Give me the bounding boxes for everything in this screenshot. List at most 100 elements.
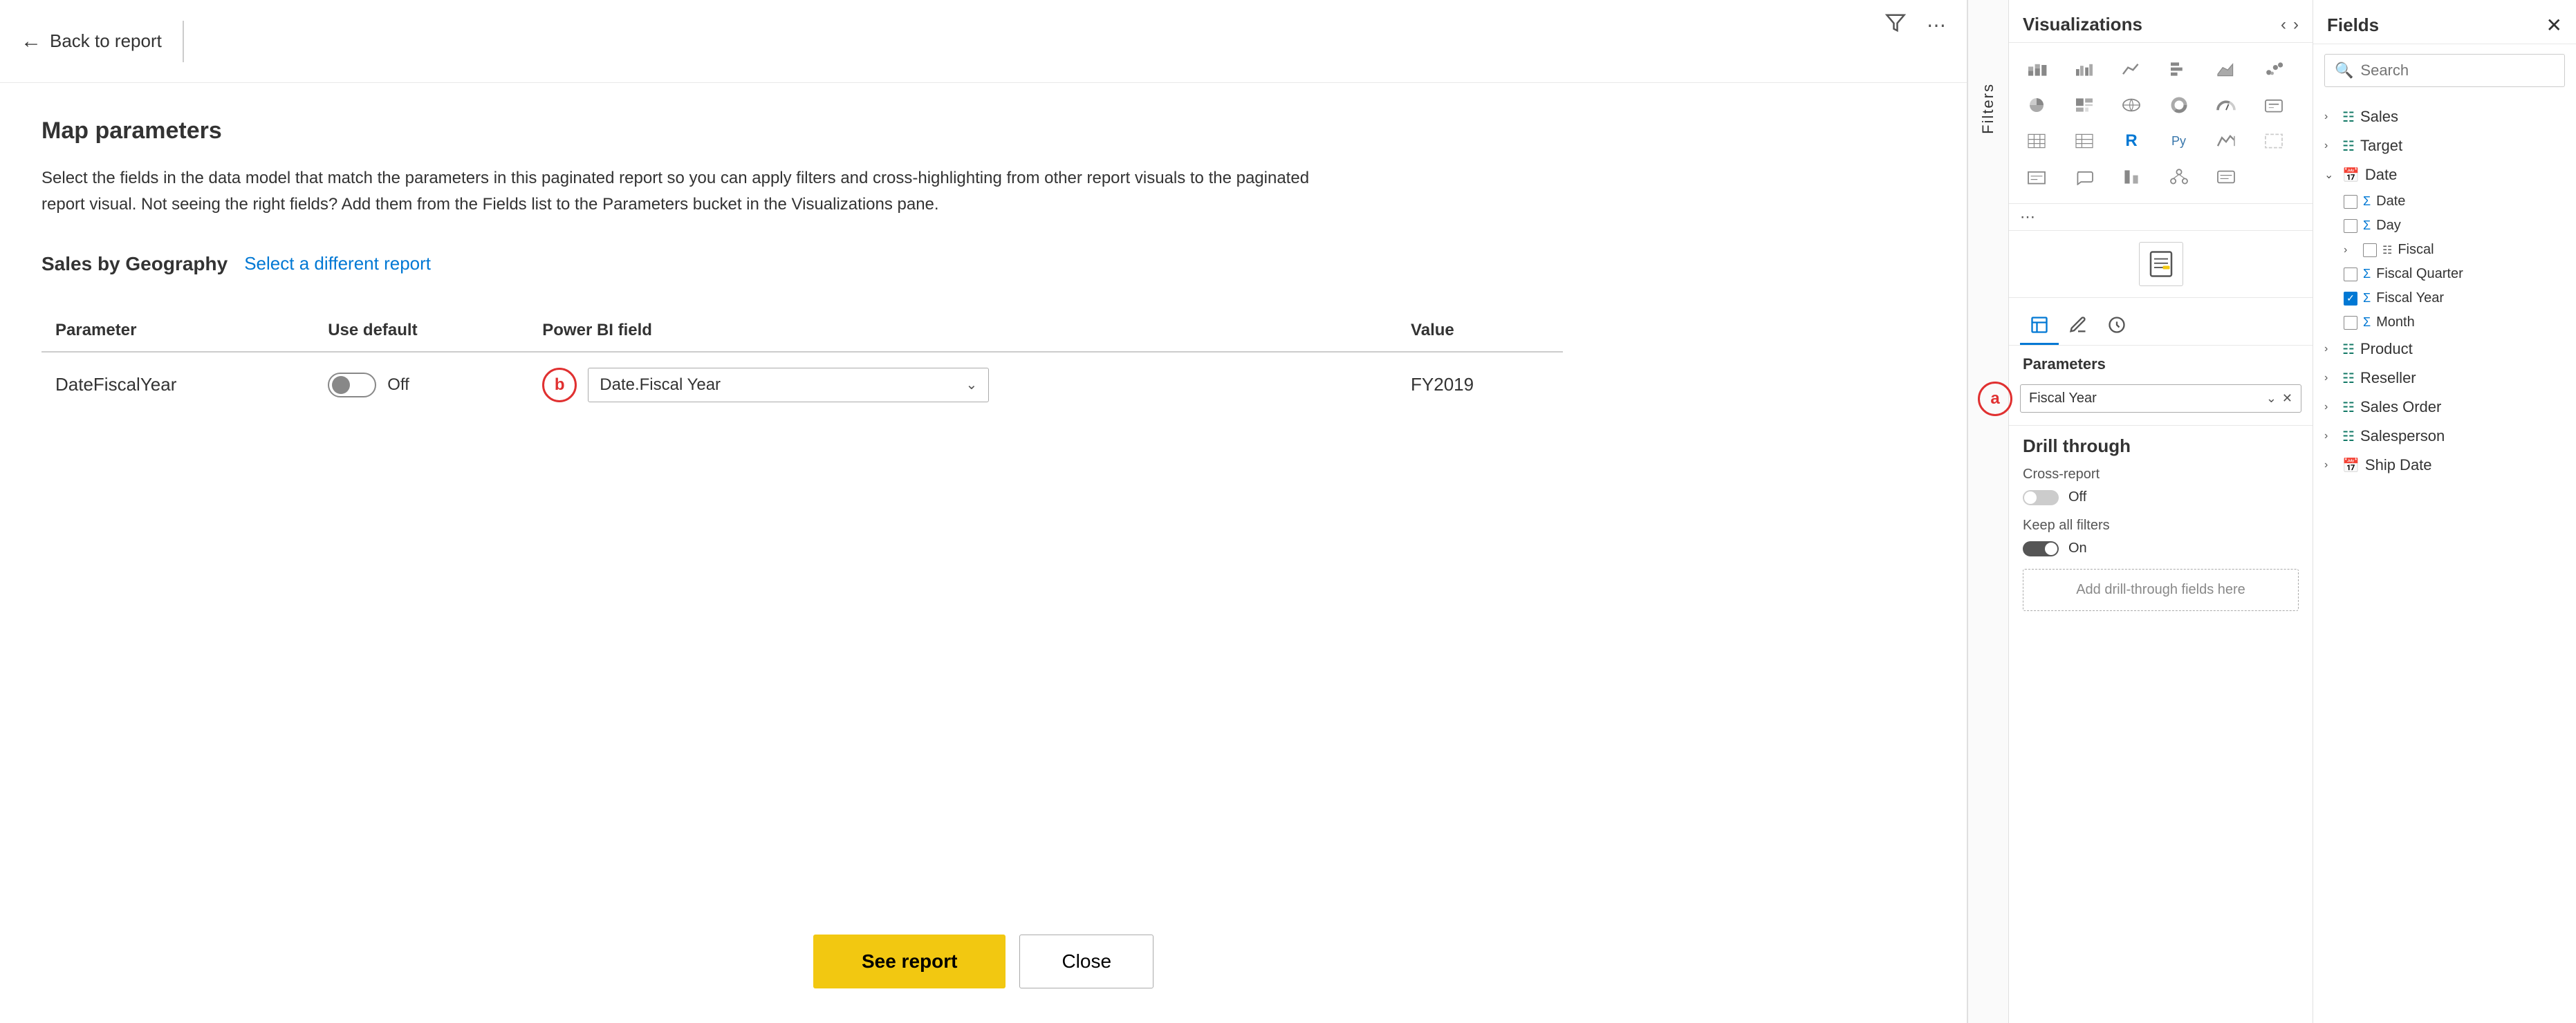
fiscal-quarter-checkbox[interactable] — [2344, 268, 2357, 281]
salesperson-chevron-icon: › — [2324, 430, 2337, 442]
viz-nav-next[interactable]: › — [2293, 15, 2299, 35]
topbar-divider — [183, 21, 184, 62]
drill-through-drop-zone: Add drill-through fields here — [2023, 569, 2299, 611]
select-different-report-link[interactable]: Select a different report — [244, 253, 431, 274]
field-item-fiscal-year[interactable]: ✓ Σ Fiscal Year — [2313, 286, 2576, 310]
field-item-date[interactable]: Σ Date — [2313, 189, 2576, 214]
product-chevron-icon: › — [2324, 343, 2337, 355]
sales-order-chevron-icon: › — [2324, 401, 2337, 413]
viz-icon-text-box[interactable] — [2020, 160, 2053, 194]
date-table-icon: 📅 — [2342, 167, 2360, 184]
fiscal-checkbox[interactable] — [2363, 243, 2377, 257]
page-title: Map parameters — [41, 118, 1925, 144]
field-item-month[interactable]: Σ Month — [2313, 310, 2576, 335]
fiscal-year-checkbox[interactable]: ✓ — [2344, 292, 2357, 306]
field-group-header-salesperson[interactable]: › ☷ Salesperson — [2313, 422, 2576, 451]
field-item-fiscal[interactable]: › ☷ Fiscal — [2313, 238, 2576, 262]
sales-chevron-icon: › — [2324, 111, 2337, 123]
top-bar: ← Back to report ⋯ — [0, 0, 1967, 83]
viz-more-dots[interactable]: ⋯ — [2009, 204, 2313, 231]
field-item-fiscal-year-label: Fiscal Year — [2376, 290, 2444, 306]
date-group-name: Date — [2365, 166, 2397, 184]
params-field-remove[interactable]: ✕ — [2282, 391, 2292, 406]
viz-icon-clustered-bar[interactable] — [2068, 53, 2101, 86]
viz-icon-pie[interactable] — [2020, 88, 2053, 122]
field-group-header-reseller[interactable]: › ☷ Reseller — [2313, 364, 2576, 393]
fiscal-hier-icon: ☷ — [2382, 243, 2392, 257]
params-field-chevron[interactable]: ⌄ — [2266, 391, 2277, 406]
tab-format[interactable] — [2059, 306, 2097, 345]
keep-all-filters-toggle-row: On — [2023, 541, 2299, 556]
viz-icon-donut[interactable] — [2162, 88, 2196, 122]
see-report-button[interactable]: See report — [813, 935, 1006, 988]
date-checkbox[interactable] — [2344, 195, 2357, 209]
viz-icon-bar-chart[interactable] — [2162, 53, 2196, 86]
viz-icon-python[interactable]: Py — [2162, 124, 2196, 158]
field-group-header-target[interactable]: › ☷ Target — [2313, 131, 2576, 160]
viz-nav-prev[interactable]: ‹ — [2281, 15, 2286, 35]
parameters-bucket: a Fiscal Year ⌄ ✕ — [2009, 377, 2313, 425]
filter-icon[interactable] — [1885, 12, 1906, 38]
viz-icon-ai[interactable] — [2115, 160, 2148, 194]
field-item-fiscal-quarter-label: Fiscal Quarter — [2376, 266, 2463, 282]
day-checkbox[interactable] — [2344, 219, 2357, 233]
field-item-day[interactable]: Σ Day — [2313, 214, 2576, 238]
field-group-header-sales[interactable]: › ☷ Sales — [2313, 102, 2576, 131]
fields-panel: Fields ✕ 🔍 › ☷ Sales › ☷ Target ⌄ — [2313, 0, 2576, 1023]
sales-order-group-name: Sales Order — [2360, 398, 2441, 416]
viz-icon-table[interactable] — [2068, 124, 2101, 158]
dropdown-arrow-icon: ⌄ — [966, 376, 978, 393]
cross-report-track — [2023, 490, 2059, 505]
description-text: Select the fields in the data model that… — [41, 165, 1355, 218]
viz-icon-decomp[interactable] — [2162, 160, 2196, 194]
paginated-report-icon[interactable] — [2139, 242, 2183, 286]
power-bi-field-dropdown[interactable]: Date.Fiscal Year ⌄ — [588, 368, 989, 402]
close-button[interactable]: Close — [1019, 935, 1153, 988]
field-group-ship-date: › 📅 Ship Date — [2313, 451, 2576, 480]
parameters-section-title: Parameters — [2009, 346, 2313, 377]
field-group-header-date[interactable]: ⌄ 📅 Date — [2313, 160, 2576, 189]
toggle-thumb — [332, 376, 350, 394]
fiscal-quarter-sigma-icon: Σ — [2363, 267, 2371, 281]
field-group-salesperson: › ☷ Salesperson — [2313, 422, 2576, 451]
viz-icon-card[interactable] — [2257, 88, 2290, 122]
viz-icon-smart-narrative[interactable] — [2209, 160, 2243, 194]
viz-icon-gauge[interactable] — [2209, 88, 2243, 122]
drill-through-title: Drill through — [2023, 435, 2299, 457]
viz-icon-blank[interactable] — [2257, 124, 2290, 158]
fields-tree: › ☷ Sales › ☷ Target ⌄ 📅 Date Σ — [2313, 97, 2576, 1023]
viz-icon-treemap[interactable] — [2068, 88, 2101, 122]
field-item-day-label: Day — [2376, 218, 2401, 234]
viz-icon-qna[interactable] — [2068, 160, 2101, 194]
viz-icon-line-chart[interactable] — [2115, 53, 2148, 86]
tab-fields[interactable] — [2020, 306, 2059, 345]
field-group-header-sales-order[interactable]: › ☷ Sales Order — [2313, 393, 2576, 422]
field-group-sales: › ☷ Sales — [2313, 102, 2576, 131]
keep-all-filters-toggle[interactable] — [2023, 541, 2059, 556]
cross-report-toggle[interactable] — [2023, 490, 2059, 505]
viz-icon-r[interactable]: R — [2115, 124, 2148, 158]
use-default-toggle[interactable] — [328, 373, 376, 397]
viz-icon-map[interactable] — [2115, 88, 2148, 122]
fields-close-button[interactable]: ✕ — [2546, 14, 2562, 37]
field-group-header-ship-date[interactable]: › 📅 Ship Date — [2313, 451, 2576, 480]
col-header-power-bi-field: Power BI field — [528, 310, 1397, 352]
fields-search-box[interactable]: 🔍 — [2324, 54, 2565, 87]
month-checkbox[interactable] — [2344, 316, 2357, 330]
viz-icon-custom[interactable] — [2209, 124, 2243, 158]
product-table-icon: ☷ — [2342, 341, 2355, 358]
viz-icon-scatter[interactable] — [2257, 53, 2290, 86]
viz-icon-matrix[interactable] — [2020, 124, 2053, 158]
param-value: FY2019 — [1397, 352, 1563, 417]
field-group-header-product[interactable]: › ☷ Product — [2313, 335, 2576, 364]
tab-analytics[interactable] — [2097, 306, 2136, 345]
back-to-report-button[interactable]: ← Back to report — [21, 30, 162, 53]
viz-icon-stacked-bar[interactable] — [2020, 53, 2053, 86]
field-group-product: › ☷ Product — [2313, 335, 2576, 364]
viz-icon-area-chart[interactable] — [2209, 53, 2243, 86]
more-options-icon[interactable]: ⋯ — [1927, 14, 1946, 37]
keep-all-filters-label: Keep all filters — [2023, 518, 2299, 534]
viz-tabs — [2009, 298, 2313, 346]
search-input[interactable] — [2360, 62, 2555, 79]
field-item-fiscal-quarter[interactable]: Σ Fiscal Quarter — [2313, 262, 2576, 286]
